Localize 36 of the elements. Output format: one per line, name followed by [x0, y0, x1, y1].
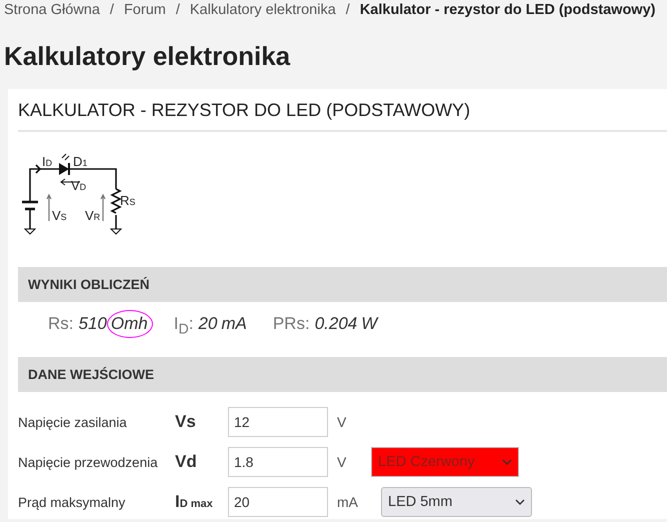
caret-icon — [515, 499, 525, 505]
result-value: 0.204 — [314, 314, 358, 334]
page-title: Kalkulatory elektronika — [3, 40, 292, 73]
field-label: Prąd maksymalny — [18, 494, 126, 510]
breadcrumb-separator: / — [110, 2, 114, 18]
unit-label: V — [336, 454, 348, 470]
field-symbol: Vd — [175, 452, 198, 472]
result-label: Rs: — [48, 314, 74, 334]
field-symbol: Vs — [175, 412, 197, 432]
caret-icon — [502, 459, 512, 465]
section-header: WYNIKI OBLICZEŃ — [18, 267, 667, 302]
result-value: 510 — [78, 314, 107, 334]
result-unit: mA — [221, 314, 247, 334]
result-unit: W — [361, 314, 378, 334]
result-label: I$_{D}$: — [174, 314, 194, 338]
result-unit: Omh — [110, 314, 148, 334]
breadcrumb-current[interactable]: Kalkulator - rezystor do LED (podstawowy) — [360, 2, 656, 18]
result-value: 20 — [198, 314, 218, 334]
unit-label: mA — [336, 494, 359, 510]
result-label: PRs: — [272, 314, 310, 334]
breadcrumb-link[interactable]: Forum — [124, 2, 166, 18]
input-field[interactable]: 1.8 — [228, 447, 328, 477]
field-label: Napięcie zasilania — [18, 414, 128, 430]
breadcrumb-link[interactable]: Kalkulatory elektronika — [190, 2, 336, 18]
input-field[interactable]: 12 — [228, 407, 328, 437]
unit-label: V — [336, 414, 348, 430]
field-label: Napięcie przewodzenia — [18, 454, 159, 470]
calculator-title: KALKULATOR - REZYSTOR DO LED (PODSTAWOWY) — [18, 99, 667, 132]
input-field[interactable]: 20 — [228, 487, 328, 517]
highlight-circle — [106, 310, 153, 338]
breadcrumb-separator: / — [176, 2, 180, 18]
section-header: DANE WEJŚCIOWE — [18, 357, 667, 392]
dropdown[interactable]: LED 5mm — [381, 487, 532, 517]
breadcrumb-separator: / — [346, 2, 350, 18]
circuit-diagram-drawing: ID D1 VD VS VR RS — [20, 154, 136, 235]
breadcrumb-link[interactable]: Strona Główna — [4, 2, 100, 18]
